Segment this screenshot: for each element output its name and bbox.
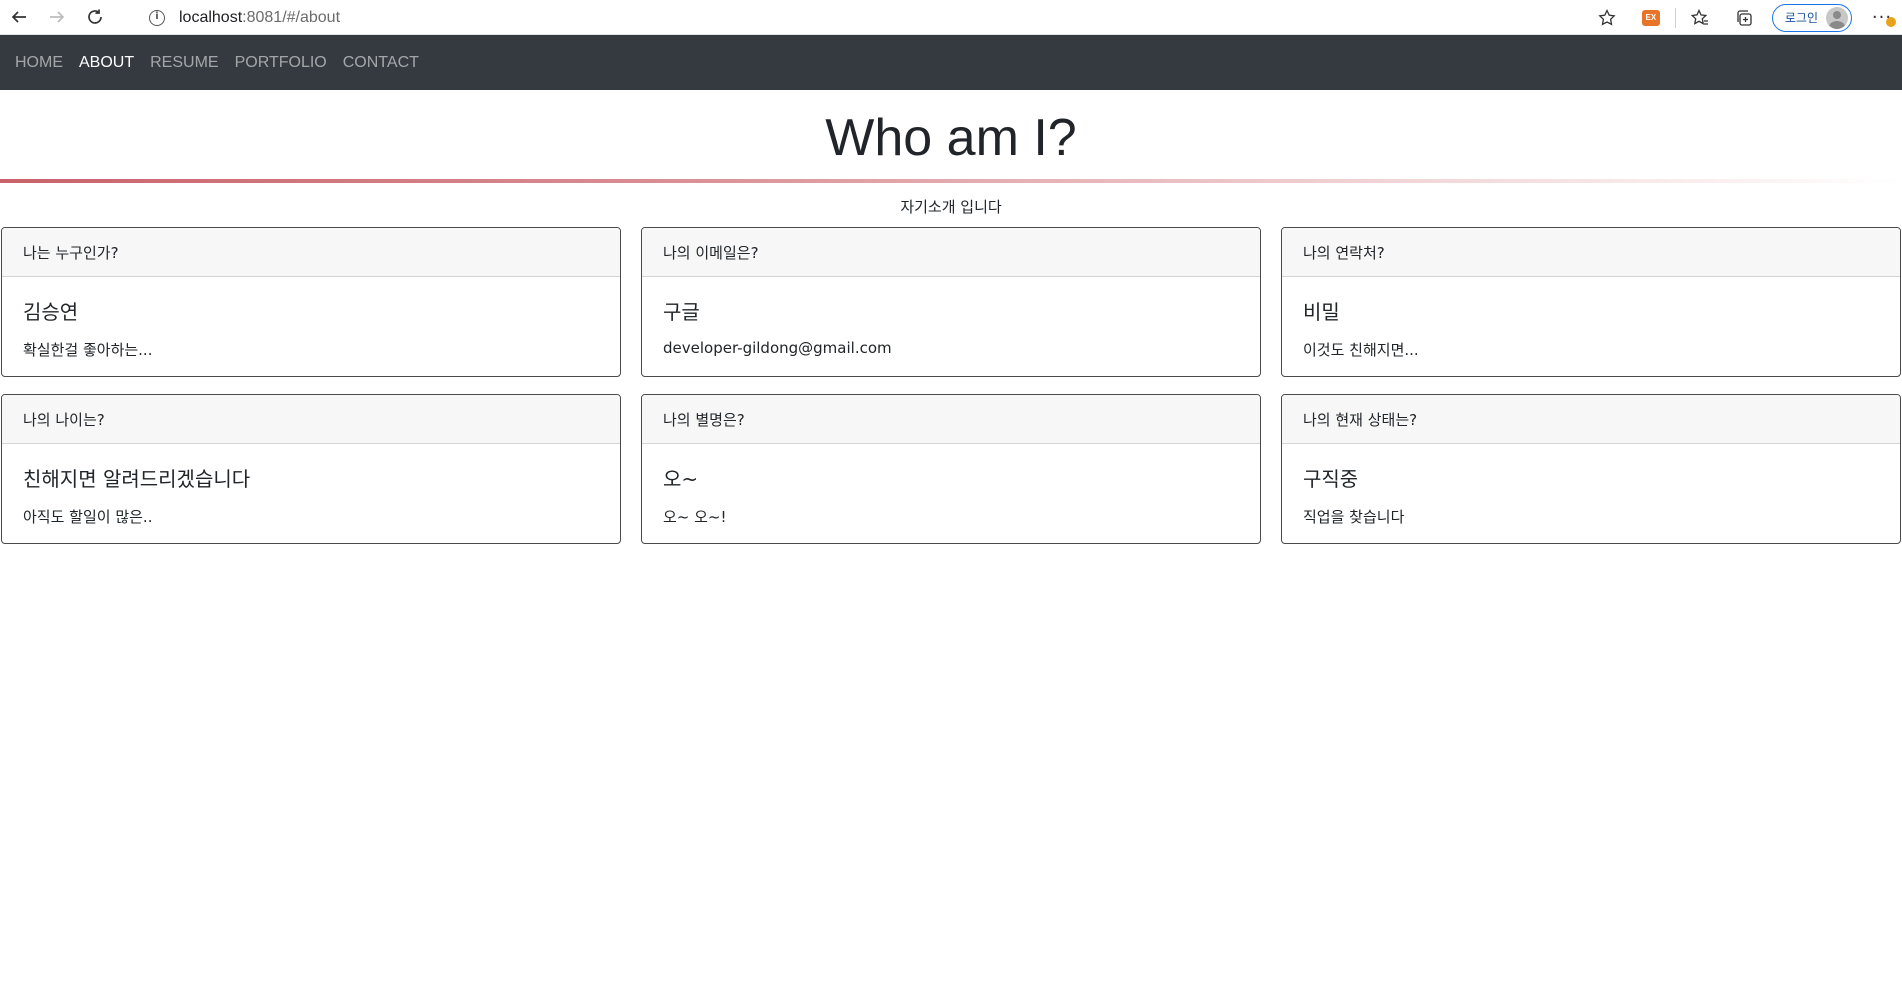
card-email: 나의 이메일은? 구글 developer-gildong@gmail.com: [641, 227, 1261, 377]
card-title: 친해지면 알려드리겠습니다: [23, 467, 251, 491]
card-status: 나의 현재 상태는? 구직중 직업을 찾습니다: [1281, 394, 1901, 544]
settings-more-button[interactable]: ···: [1862, 7, 1902, 28]
browser-actions: EX 로그인 ···: [1585, 0, 1902, 35]
forward-button[interactable]: [38, 0, 76, 35]
card-text: developer-gildong@gmail.com: [663, 339, 892, 357]
card-header: 나의 현재 상태는?: [1282, 395, 1900, 444]
card-header: 나의 이메일은?: [642, 228, 1260, 277]
site-navbar: HOME ABOUT RESUME PORTFOLIO CONTACT: [0, 35, 1902, 90]
card-body: 김승연 확실한걸 좋아하는...: [2, 277, 620, 376]
title-divider: [0, 179, 1902, 183]
star-plus-icon: [1598, 8, 1616, 25]
arrow-left-icon: [11, 11, 26, 23]
card-body: 비밀 이것도 친해지면...: [1282, 277, 1900, 376]
extension-icon: EX: [1641, 9, 1660, 26]
card-title: 오~: [663, 467, 699, 491]
arrow-right-icon: [50, 11, 65, 23]
reload-button[interactable]: [76, 0, 114, 35]
info-icon[interactable]: i: [149, 9, 165, 26]
url-text: localhost:8081/#/about: [179, 9, 340, 27]
add-favorite-button[interactable]: [1585, 0, 1629, 35]
card-body: 구직중 직업을 찾습니다: [1282, 444, 1900, 543]
avatar: [1826, 6, 1848, 29]
card-body: 오~ 오~ 오~!: [642, 444, 1260, 543]
card-contact: 나의 연락처? 비밀 이것도 친해지면...: [1281, 227, 1901, 377]
card-body: 친해지면 알려드리겠습니다 아직도 할일이 많은..: [2, 444, 620, 543]
url-path: :8081/#/about: [242, 8, 341, 26]
card-text: 아직도 할일이 많은..: [23, 508, 153, 526]
card-body: 구글 developer-gildong@gmail.com: [642, 277, 1260, 376]
card-text: 확실한걸 좋아하는...: [23, 341, 153, 359]
card-nickname: 나의 별명은? 오~ 오~ 오~!: [641, 394, 1261, 544]
toolbar-divider: [1674, 7, 1676, 28]
collections-button[interactable]: [1722, 0, 1766, 35]
favorites-button[interactable]: [1678, 0, 1722, 35]
url-host: localhost: [179, 8, 243, 26]
card-header: 나는 누구인가?: [2, 228, 620, 277]
card-age: 나의 나이는? 친해지면 알려드리겠습니다 아직도 할일이 많은..: [1, 394, 621, 544]
login-label: 로그인: [1784, 11, 1818, 25]
browser-toolbar: i localhost:8081/#/about EX 로그인 ···: [0, 0, 1902, 35]
card-title: 김승연: [23, 300, 79, 324]
card-header: 나의 나이는?: [2, 395, 620, 444]
nav-item-resume[interactable]: RESUME: [150, 54, 218, 72]
warning-badge-icon: [1886, 17, 1896, 27]
profile-login-button[interactable]: 로그인: [1771, 3, 1852, 32]
card-who: 나는 누구인가? 김승연 확실한걸 좋아하는...: [1, 227, 621, 377]
card-header: 나의 별명은?: [642, 395, 1260, 444]
nav-item-contact[interactable]: CONTACT: [343, 54, 419, 72]
card-text: 직업을 찾습니다: [1303, 508, 1405, 526]
card-text: 이것도 친해지면...: [1303, 341, 1419, 359]
page-subtitle: 자기소개 입니다: [900, 198, 1002, 216]
address-bar[interactable]: i localhost:8081/#/about: [134, 3, 1614, 32]
collections-icon: [1737, 9, 1752, 26]
card-text: 오~ 오~!: [663, 508, 727, 526]
reload-icon: [88, 9, 102, 24]
page-title: Who am I?: [825, 109, 1077, 167]
card-title: 구직중: [1303, 467, 1359, 491]
card-title: 비밀: [1303, 300, 1340, 324]
nav-item-about[interactable]: ABOUT: [79, 54, 134, 72]
card-header: 나의 연락처?: [1282, 228, 1900, 277]
extension-button[interactable]: EX: [1629, 0, 1673, 35]
nav-item-home[interactable]: HOME: [15, 54, 63, 72]
nav-item-portfolio[interactable]: PORTFOLIO: [235, 54, 327, 72]
back-button[interactable]: [0, 0, 38, 35]
favorites-icon: [1690, 8, 1708, 25]
card-title: 구글: [663, 300, 700, 324]
